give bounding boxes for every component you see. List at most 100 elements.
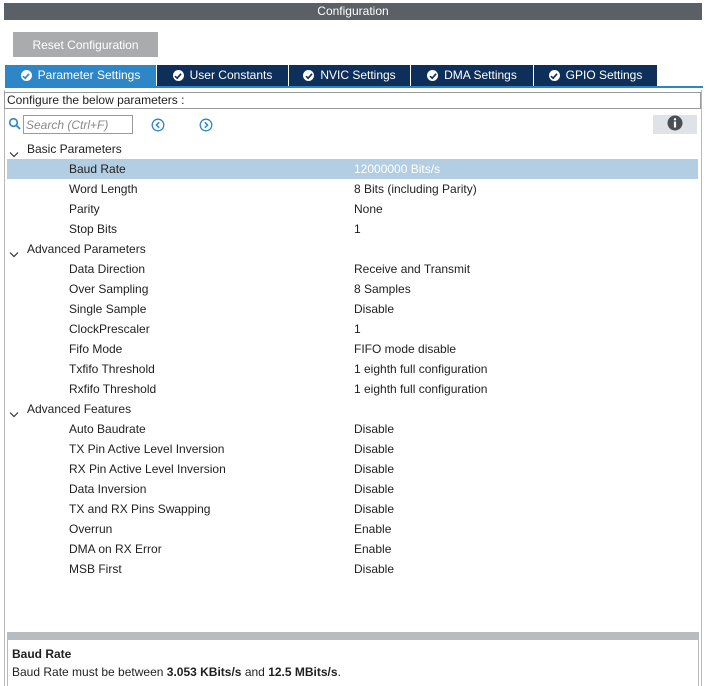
param-name: Data Inversion: [69, 482, 147, 496]
configure-text: Configure the below parameters :: [4, 92, 701, 109]
param-value[interactable]: Disable: [354, 299, 394, 319]
check-circle-icon: [20, 70, 32, 81]
param-name: Over Sampling: [69, 282, 149, 296]
param-value[interactable]: 1 eighth full configuration: [354, 379, 487, 399]
info-icon: [667, 115, 683, 134]
tab-underline: [5, 86, 703, 88]
param-value[interactable]: Disable: [354, 459, 394, 479]
param-row-fifo-mode[interactable]: Fifo Mode FIFO mode disable: [4, 339, 701, 359]
param-value[interactable]: Enable: [354, 519, 391, 539]
tab-bar: Parameter Settings User Constants NVIC S…: [5, 65, 703, 88]
param-value[interactable]: 1: [354, 219, 361, 239]
info-button[interactable]: [653, 115, 697, 134]
param-name: Data Direction: [69, 262, 146, 276]
search-icon: [8, 117, 22, 131]
param-name: ClockPrescaler: [69, 322, 150, 336]
check-circle-icon: [427, 70, 439, 81]
param-row-overrun[interactable]: Overrun Enable: [4, 519, 701, 539]
param-value[interactable]: 1 eighth full configuration: [354, 359, 487, 379]
description-max: 12.5 MBits/s: [268, 665, 338, 679]
param-row-rx-pin-inversion[interactable]: RX Pin Active Level Inversion Disable: [4, 459, 701, 479]
param-row-parity[interactable]: Parity None: [4, 199, 701, 219]
tab-parameter-settings[interactable]: Parameter Settings: [5, 65, 157, 86]
param-name: Stop Bits: [69, 222, 118, 236]
tab-dma-settings[interactable]: DMA Settings: [411, 65, 534, 86]
param-name: TX Pin Active Level Inversion: [69, 442, 225, 456]
arrow-left-circle-icon[interactable]: [151, 118, 165, 132]
chevron-down-icon[interactable]: [9, 245, 19, 258]
description-mid: and: [241, 665, 269, 679]
group-label: Basic Parameters: [27, 142, 122, 156]
param-row-tx-pin-inversion[interactable]: TX Pin Active Level Inversion Disable: [4, 439, 701, 459]
param-name: Txfifo Threshold: [69, 362, 155, 376]
arrow-right-circle-icon[interactable]: [199, 118, 213, 132]
check-circle-icon: [548, 70, 560, 81]
description-min: 3.053 KBits/s: [166, 665, 242, 679]
description-prefix: Baud Rate must be between: [12, 665, 167, 679]
param-value[interactable]: FIFO mode disable: [354, 339, 456, 359]
param-value[interactable]: 12000000 Bits/s: [354, 159, 440, 179]
param-name: Fifo Mode: [69, 342, 123, 356]
reset-configuration-button[interactable]: Reset Configuration: [13, 32, 158, 57]
param-name: MSB First: [69, 562, 122, 576]
param-name: Rxfifo Threshold: [69, 382, 157, 396]
param-name: Word Length: [69, 182, 138, 196]
param-value[interactable]: Receive and Transmit: [354, 259, 470, 279]
param-row-dma-on-rx-error[interactable]: DMA on RX Error Enable: [4, 539, 701, 559]
group-basic-parameters[interactable]: Basic Parameters: [4, 139, 701, 159]
param-value[interactable]: Disable: [354, 419, 394, 439]
param-row-msb-first[interactable]: MSB First Disable: [4, 559, 701, 579]
check-circle-icon: [303, 70, 315, 81]
group-label: Advanced Parameters: [27, 242, 146, 256]
param-row-single-sample[interactable]: Single Sample Disable: [4, 299, 701, 319]
tab-label: Parameter Settings: [37, 68, 141, 82]
param-row-auto-baudrate[interactable]: Auto Baudrate Disable: [4, 419, 701, 439]
tab-user-constants[interactable]: User Constants: [157, 65, 289, 86]
group-advanced-parameters[interactable]: Advanced Parameters: [4, 239, 701, 259]
param-name: Parity: [69, 202, 100, 216]
param-name: Baud Rate: [69, 162, 126, 176]
tab-label: NVIC Settings: [320, 68, 396, 82]
chevron-down-icon[interactable]: [9, 405, 19, 418]
param-value[interactable]: None: [354, 199, 383, 219]
param-row-pins-swapping[interactable]: TX and RX Pins Swapping Disable: [4, 499, 701, 519]
search-input[interactable]: [23, 115, 133, 134]
param-value[interactable]: 8 Bits (including Parity): [354, 179, 477, 199]
tab-label: DMA Settings: [444, 68, 517, 82]
window-title: Configuration: [4, 3, 702, 20]
param-row-over-sampling[interactable]: Over Sampling 8 Samples: [4, 279, 701, 299]
param-row-clock-prescaler[interactable]: ClockPrescaler 1: [4, 319, 701, 339]
param-value[interactable]: Disable: [354, 439, 394, 459]
param-name: RX Pin Active Level Inversion: [69, 462, 226, 476]
param-row-stop-bits[interactable]: Stop Bits 1: [4, 219, 701, 239]
description-text: Baud Rate must be between 3.053 KBits/s …: [12, 665, 341, 679]
param-row-rxfifo-threshold[interactable]: Rxfifo Threshold 1 eighth full configura…: [4, 379, 701, 399]
tab-label: GPIO Settings: [565, 68, 643, 82]
param-row-baud-rate[interactable]: Baud Rate 12000000 Bits/s: [7, 159, 698, 179]
param-value[interactable]: Disable: [354, 559, 394, 579]
description-splitter[interactable]: [7, 632, 699, 640]
tab-nvic-settings[interactable]: NVIC Settings: [289, 65, 411, 86]
group-advanced-features[interactable]: Advanced Features: [4, 399, 701, 419]
param-name: DMA on RX Error: [69, 542, 162, 556]
check-circle-icon: [172, 70, 184, 81]
param-name: Single Sample: [69, 302, 147, 316]
tab-gpio-settings[interactable]: GPIO Settings: [534, 65, 658, 86]
title-bar: Configuration: [0, 0, 706, 22]
param-row-data-inversion[interactable]: Data Inversion Disable: [4, 479, 701, 499]
param-value[interactable]: Enable: [354, 539, 391, 559]
param-row-txfifo-threshold[interactable]: Txfifo Threshold 1 eighth full configura…: [4, 359, 701, 379]
chevron-down-icon[interactable]: [9, 145, 19, 158]
param-value[interactable]: 8 Samples: [354, 279, 411, 299]
description-title: Baud Rate: [12, 647, 72, 661]
param-value[interactable]: Disable: [354, 479, 394, 499]
parameter-tree: Basic Parameters Baud Rate 12000000 Bits…: [4, 139, 701, 579]
group-label: Advanced Features: [27, 402, 132, 416]
tab-label: User Constants: [189, 68, 273, 82]
param-value[interactable]: Disable: [354, 499, 394, 519]
param-name: TX and RX Pins Swapping: [69, 502, 211, 516]
description-suffix: .: [337, 665, 341, 679]
param-row-word-length[interactable]: Word Length 8 Bits (including Parity): [4, 179, 701, 199]
param-row-data-direction[interactable]: Data Direction Receive and Transmit: [4, 259, 701, 279]
param-value[interactable]: 1: [354, 319, 361, 339]
